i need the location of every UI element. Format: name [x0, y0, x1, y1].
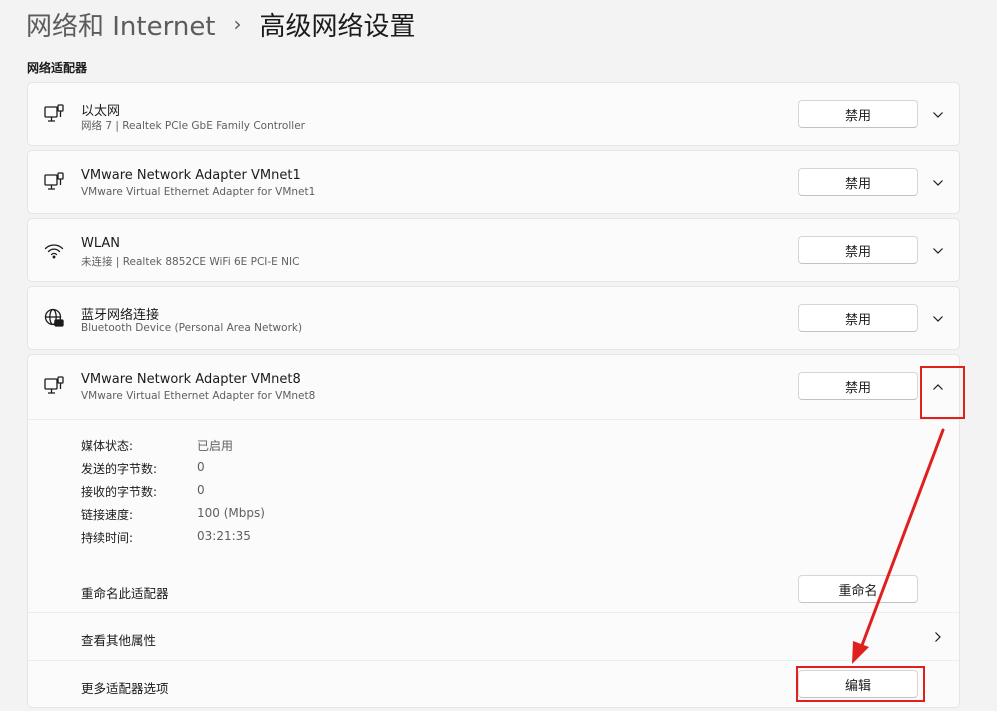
link-speed-label: 链接速度:: [81, 508, 134, 522]
adapter-card-vmnet8: VMware Network Adapter VMnet8 VMware Vir…: [27, 354, 960, 708]
media-status-label: 媒体状态:: [81, 439, 134, 453]
adapter-header[interactable]: 以太网 网络 7 | Realtek PCIe GbE Family Contr…: [28, 83, 959, 147]
adapter-card-vmnet1[interactable]: VMware Network Adapter VMnet1 VMware Vir…: [27, 150, 960, 214]
rename-button[interactable]: 重命名: [798, 575, 918, 603]
section-label: 网络适配器: [27, 61, 88, 75]
bytes-sent-value: 0: [197, 460, 205, 474]
adapter-header[interactable]: VMware Network Adapter VMnet8 VMware Vir…: [28, 355, 959, 419]
rename-adapter-label: 重命名此适配器: [81, 586, 169, 601]
globe-icon: [43, 307, 65, 329]
chevron-down-icon[interactable]: [925, 103, 951, 127]
page-title: 高级网络设置: [259, 11, 416, 42]
view-properties-label: 查看其他属性: [81, 633, 157, 648]
adapter-name: 以太网: [81, 104, 121, 119]
ethernet-icon: [43, 171, 65, 193]
disable-button[interactable]: 禁用: [798, 304, 918, 332]
edit-button[interactable]: 编辑: [798, 670, 918, 698]
ethernet-icon: [43, 103, 65, 125]
adapter-description: VMware Virtual Ethernet Adapter for VMne…: [81, 390, 316, 402]
bytes-received-label: 接收的字节数:: [81, 485, 158, 499]
adapter-header[interactable]: VMware Network Adapter VMnet1 VMware Vir…: [28, 151, 959, 215]
chevron-down-icon[interactable]: [925, 171, 951, 195]
ethernet-icon: [43, 375, 65, 397]
divider: [28, 660, 959, 661]
disable-button[interactable]: 禁用: [798, 372, 918, 400]
bytes-received-value: 0: [197, 483, 205, 497]
bytes-sent-label: 发送的字节数:: [81, 462, 158, 476]
breadcrumb-parent-link[interactable]: 网络和 Internet: [26, 6, 216, 43]
divider: [28, 419, 959, 420]
chevron-down-icon[interactable]: [925, 239, 951, 263]
media-status-value: 已启用: [197, 439, 234, 453]
disable-button[interactable]: 禁用: [798, 168, 918, 196]
adapter-header[interactable]: 蓝牙网络连接 Bluetooth Device (Personal Area N…: [28, 287, 959, 351]
chevron-down-icon[interactable]: [925, 307, 951, 331]
adapter-card-ethernet[interactable]: 以太网 网络 7 | Realtek PCIe GbE Family Contr…: [27, 82, 960, 146]
adapter-description: VMware Virtual Ethernet Adapter for VMne…: [81, 186, 316, 198]
adapter-name: WLAN: [81, 236, 121, 251]
adapter-name: VMware Network Adapter VMnet8: [81, 372, 301, 387]
breadcrumb-separator: ›: [233, 12, 242, 36]
chevron-right-icon: [925, 625, 951, 649]
adapter-description: 网络 7 | Realtek PCIe GbE Family Controlle…: [81, 120, 305, 132]
adapter-header[interactable]: WLAN 未连接 | Realtek 8852CE WiFi 6E PCI-E …: [28, 219, 959, 283]
adapter-description: Bluetooth Device (Personal Area Network): [81, 322, 303, 334]
chevron-up-icon[interactable]: [925, 375, 951, 399]
view-properties-row[interactable]: 查看其他属性: [28, 613, 959, 660]
wifi-icon: [43, 239, 65, 261]
adapter-card-bluetooth[interactable]: 蓝牙网络连接 Bluetooth Device (Personal Area N…: [27, 286, 960, 350]
disable-button[interactable]: 禁用: [798, 236, 918, 264]
disable-button[interactable]: 禁用: [798, 100, 918, 128]
breadcrumb: 网络和 Internet › 高级网络设置: [26, 4, 416, 44]
adapter-card-wlan[interactable]: WLAN 未连接 | Realtek 8852CE WiFi 6E PCI-E …: [27, 218, 960, 282]
duration-label: 持续时间:: [81, 531, 134, 545]
duration-value: 03:21:35: [197, 529, 251, 543]
adapter-name: 蓝牙网络连接: [81, 308, 160, 323]
more-adapter-options-label: 更多适配器选项: [81, 681, 169, 696]
link-speed-value: 100 (Mbps): [197, 506, 265, 520]
adapter-name: VMware Network Adapter VMnet1: [81, 168, 301, 183]
adapter-description: 未连接 | Realtek 8852CE WiFi 6E PCI-E NIC: [81, 256, 300, 268]
